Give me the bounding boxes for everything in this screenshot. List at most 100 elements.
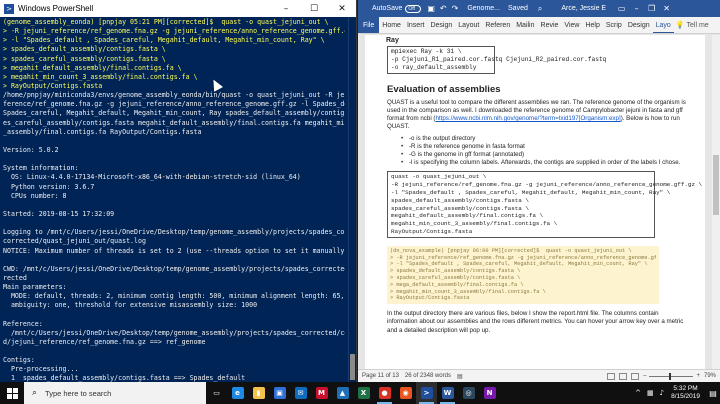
ribbon-tab[interactable]: View	[561, 17, 582, 33]
code-line: > spades_default_assembly/contigs.fasta …	[390, 268, 521, 275]
maximize-button[interactable]: ☐	[300, 4, 328, 14]
console-line: NOTICE: Maximum number of threads is set…	[3, 246, 345, 255]
edge-taskbar-button[interactable]: e	[227, 382, 248, 404]
powershell-title: Windows PowerShell	[18, 4, 94, 13]
clock[interactable]: 5:32 PM 8/15/2019	[671, 385, 700, 401]
taskbar-search[interactable]: ⌕ Type here to search	[24, 382, 206, 404]
user-name[interactable]: Arce, Jessie E	[561, 5, 606, 12]
word-count[interactable]: 26 of 2348 words	[405, 373, 451, 379]
ribbon-tab[interactable]: Mailin	[513, 17, 537, 33]
tell-me-box[interactable]: 💡 Tell me	[676, 21, 709, 29]
mcafee-icon: M	[315, 387, 328, 399]
document-scrollbar[interactable]	[712, 35, 720, 369]
excel-taskbar-button[interactable]: X	[353, 382, 374, 404]
ribbon-tab[interactable]: Revie	[538, 17, 562, 33]
ray-code-block: mpiexec Ray -k 31 \ -p Cjejuni_R1_paired.…	[387, 46, 606, 74]
word-taskbar-button[interactable]: W	[437, 382, 458, 404]
page-count[interactable]: Page 11 of 13	[362, 373, 399, 379]
zoom-out-button[interactable]: –	[643, 373, 646, 379]
ribbon-tab[interactable]: Layo	[652, 17, 674, 33]
ribbon-tab[interactable]: File	[358, 17, 380, 33]
print-layout-button[interactable]	[619, 372, 628, 380]
notifications-icon[interactable]: ▤	[706, 382, 720, 404]
lightbulb-icon: 💡	[675, 21, 685, 29]
ribbon-tab[interactable]: Design	[427, 17, 455, 33]
photos-taskbar-button[interactable]: ▲	[332, 382, 353, 404]
minimize-button[interactable]: –	[272, 4, 300, 14]
document-area[interactable]: Ray mpiexec Ray -k 31 \ -p Cjejuni_R1_pai…	[358, 35, 712, 369]
ribbon-display-icon[interactable]: ▭	[614, 4, 629, 13]
file-explorer-taskbar-button[interactable]: ▮	[248, 382, 269, 404]
ribbon-tab[interactable]: Home	[379, 17, 404, 33]
powershell-window[interactable]: > Windows PowerShell – ☐ ✕ (genome_assem…	[0, 0, 357, 382]
proofing-icon[interactable]: ▤	[457, 373, 463, 380]
ribbon-tab[interactable]: Layout	[455, 17, 482, 33]
console-line: > -R jejuni_reference/ref_genome.fna.gz …	[3, 27, 345, 36]
scrollbar-thumb[interactable]	[350, 354, 355, 380]
search-icon[interactable]: ⌕	[538, 4, 542, 14]
zoom-slider[interactable]	[649, 372, 694, 380]
powershell-taskbar-button[interactable]: >	[416, 382, 437, 404]
console-line: (genome_assembly_eonda) [pnpjay 05:21 PM…	[3, 18, 329, 26]
word-titlebar[interactable]: AutoSave Off ▣ ↶ ↷ Genome... Saved ⌕ Arc…	[358, 0, 720, 17]
console-line: ambiguity: one, threshold for extensive …	[3, 301, 258, 310]
undo-icon[interactable]: ↶	[440, 4, 447, 13]
document-title: Genome...	[467, 5, 501, 12]
volume-icon[interactable]: ♪	[660, 389, 664, 397]
console-line: d/jejuni_reference/ref_genome.fna.gz ==>…	[3, 337, 206, 346]
powershell-console[interactable]: (genome_assembly_eonda) [pnpjay 05:21 PM…	[0, 17, 348, 382]
saved-status[interactable]: Saved	[508, 5, 528, 12]
powershell-titlebar[interactable]: > Windows PowerShell – ☐ ✕	[0, 0, 356, 17]
ribbon-tab[interactable]: Design	[625, 17, 653, 33]
clock-date: 8/15/2019	[671, 393, 700, 400]
word-restore-button[interactable]: ❐	[644, 4, 659, 13]
ubuntu-taskbar-button[interactable]: ◉	[395, 382, 416, 404]
ribbon-tab[interactable]: Help	[582, 17, 602, 33]
console-line: 1 spades_default_assembly/contigs.fasta …	[3, 374, 246, 382]
start-button[interactable]	[0, 382, 24, 404]
zoom-in-button[interactable]: +	[696, 373, 700, 379]
quast-code-block: quast -o quast_jejuni_out \ -R jejuni_ref…	[387, 171, 702, 238]
console-line: > megahit_default_assembly/final.contigs…	[3, 63, 182, 72]
ribbon-tab[interactable]: Referen	[482, 17, 513, 33]
ribbon-tab[interactable]: Scrip	[603, 17, 625, 33]
console-line: > spades_careful_assembly/contigs.fasta …	[3, 54, 166, 63]
mcafee-taskbar-button[interactable]: M	[311, 382, 332, 404]
chrome-taskbar-button[interactable]: ●	[374, 382, 395, 404]
word-minimize-button[interactable]: –	[629, 4, 644, 13]
web-layout-button[interactable]	[631, 372, 640, 380]
task-view-taskbar-button[interactable]: ▭	[206, 382, 227, 404]
read-mode-button[interactable]	[607, 372, 616, 380]
chevron-up-icon[interactable]: ^	[635, 389, 641, 397]
steam-taskbar-button[interactable]: ◎	[458, 382, 479, 404]
redo-icon[interactable]: ↷	[452, 4, 459, 13]
document-scroll-thumb[interactable]	[713, 155, 719, 215]
onenote-taskbar-button[interactable]: N	[479, 382, 500, 404]
task-view-icon: ▭	[210, 387, 223, 399]
autosave-toggle[interactable]: Off	[405, 4, 422, 13]
code-line: megahit_min_count_3_assembly/final.conti…	[391, 220, 558, 228]
network-icon[interactable]: ▦	[647, 389, 654, 397]
console-line: Python version: 3.6.7	[3, 182, 95, 191]
save-icon[interactable]: ▣	[427, 4, 435, 13]
store-taskbar-button[interactable]: ▣	[269, 382, 290, 404]
zoom-level[interactable]: 79%	[704, 373, 716, 379]
mail-taskbar-button[interactable]: ✉	[290, 382, 311, 404]
ribbon-tab[interactable]: Insert	[404, 17, 428, 33]
word-window[interactable]: AutoSave Off ▣ ↶ ↷ Genome... Saved ⌕ Arc…	[358, 0, 720, 382]
ncbi-link[interactable]: https://www.ncbi.nlm.nih.gov/genome/?ter…	[435, 115, 620, 122]
word-close-button[interactable]: ✕	[659, 4, 674, 13]
close-button[interactable]: ✕	[328, 4, 356, 14]
console-line: > spades_default_assembly/contigs.fasta …	[3, 45, 166, 54]
code-line: > megahit_min_count_3_assembly/final.con…	[390, 288, 546, 295]
code-line: RayOutput/Contigs.fasta	[391, 227, 473, 235]
zoom-slider-knob[interactable]	[669, 372, 672, 380]
onenote-icon: N	[483, 387, 496, 399]
document-page[interactable]: Ray mpiexec Ray -k 31 \ -p Cjejuni_R1_pai…	[365, 35, 705, 369]
powershell-scrollbar[interactable]	[348, 17, 356, 382]
bullet-item: -l is specifying the column labels. Afte…	[401, 159, 689, 167]
